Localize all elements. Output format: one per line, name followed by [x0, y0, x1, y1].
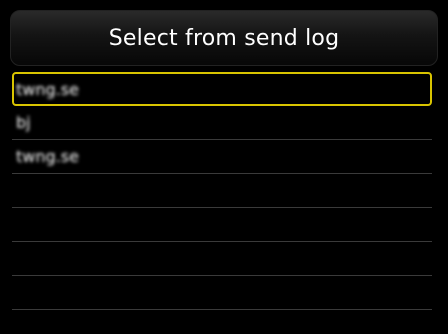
- send-log-item[interactable]: bj: [12, 106, 432, 140]
- send-log-item-label: bj: [16, 113, 31, 132]
- send-log-item[interactable]: twng.se: [12, 140, 432, 174]
- send-log-item-label: twng.se: [16, 79, 79, 99]
- send-log-empty-slot: [12, 208, 432, 242]
- send-log-list: twng.se bj twng.se: [12, 72, 432, 310]
- printer-lcd-screen: Select from send log twng.se bj twng.se: [0, 0, 448, 334]
- send-log-empty-slot: [12, 276, 432, 310]
- page-title: Select from send log: [108, 25, 340, 51]
- send-log-item[interactable]: twng.se: [12, 72, 432, 106]
- title-bar: Select from send log: [10, 10, 438, 66]
- send-log-empty-slot: [12, 174, 432, 208]
- send-log-empty-slot: [12, 242, 432, 276]
- send-log-item-label: twng.se: [16, 147, 79, 166]
